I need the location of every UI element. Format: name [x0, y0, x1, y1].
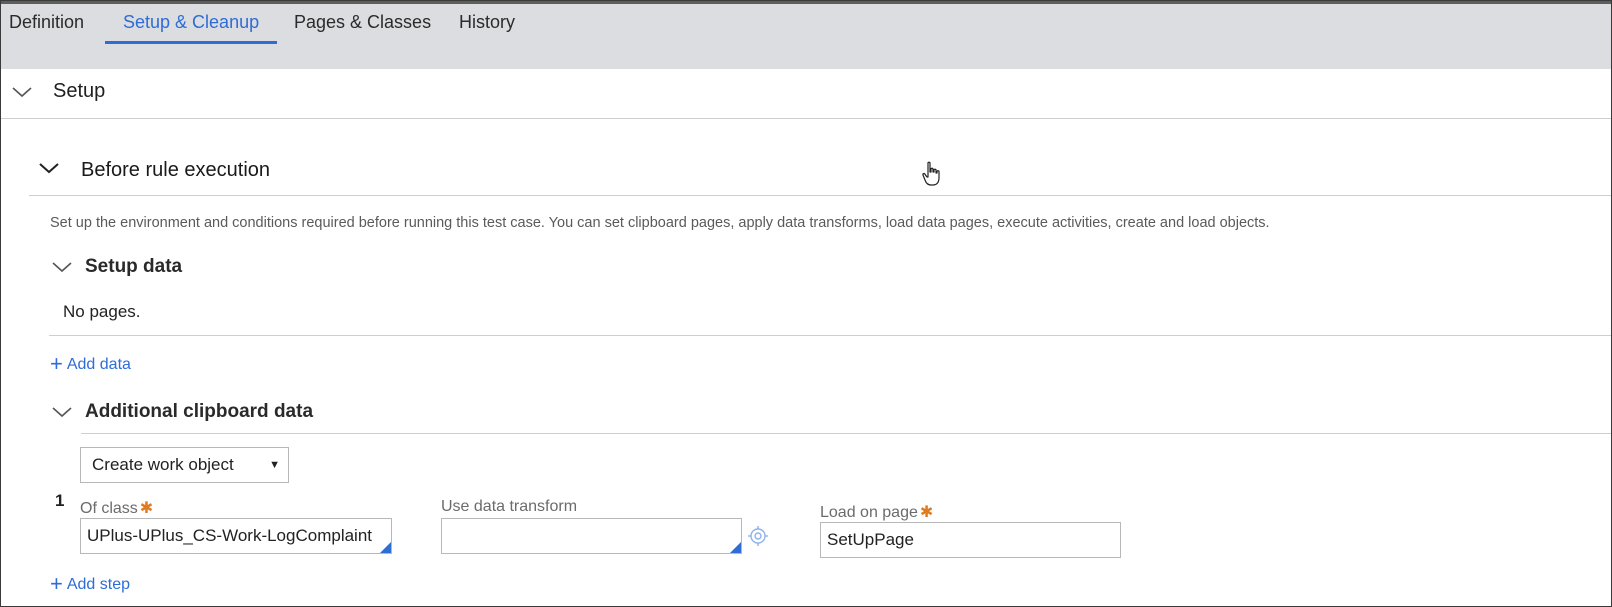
- required-asterisk-icon: ✱: [139, 500, 154, 517]
- setup-data-chevron-down-icon[interactable]: [51, 260, 73, 276]
- add-step-link[interactable]: + Add step: [50, 571, 130, 597]
- of-class-field[interactable]: UPlus-UPlus_CS-Work-LogComplaint: [80, 518, 392, 554]
- plus-icon: +: [50, 351, 63, 376]
- setup-data-divider: [49, 335, 1611, 336]
- data-transform-label: Use data transform: [441, 498, 578, 515]
- of-class-value: UPlus-UPlus_CS-Work-LogComplaint: [87, 526, 372, 545]
- of-class-label: Of class ✱: [80, 500, 154, 517]
- action-select-value: Create work object: [92, 455, 234, 474]
- before-description: Set up the environment and conditions re…: [50, 215, 1270, 231]
- add-data-link[interactable]: + Add data: [50, 351, 131, 377]
- tab-definition[interactable]: Definition: [1, 4, 102, 44]
- clipboard-data-title: Additional clipboard data: [85, 401, 314, 422]
- setup-section-title: Setup: [53, 80, 106, 102]
- target-icon[interactable]: [747, 525, 769, 547]
- plus-icon: +: [50, 571, 63, 596]
- action-select[interactable]: Create work object ▼: [80, 447, 289, 483]
- tab-setup-cleanup[interactable]: Setup & Cleanup: [105, 4, 278, 44]
- no-pages-text: No pages.: [63, 302, 141, 321]
- autocomplete-corner-icon: [380, 542, 391, 553]
- load-on-page-label: Load on page ✱: [820, 504, 934, 521]
- setup-divider: [1, 118, 1611, 119]
- clipboard-divider: [81, 433, 1611, 434]
- dropdown-caret-icon: ▼: [269, 459, 280, 471]
- before-rule-execution-title: Before rule execution: [81, 159, 271, 181]
- before-divider: [29, 195, 1611, 196]
- clipboard-chevron-down-icon[interactable]: [51, 405, 73, 421]
- autocomplete-corner-icon: [730, 542, 741, 553]
- data-transform-field[interactable]: [441, 518, 742, 554]
- setup-data-title: Setup data: [85, 256, 183, 277]
- step-number: 1: [55, 491, 65, 510]
- add-data-label: Add data: [66, 356, 131, 373]
- tab-history[interactable]: History: [441, 4, 533, 44]
- load-on-page-value: SetUpPage: [827, 530, 914, 549]
- hand-cursor-icon: [921, 161, 943, 187]
- tab-bar: Definition Setup & Cleanup Pages & Class…: [1, 1, 1611, 69]
- setup-chevron-down-icon[interactable]: [11, 85, 33, 101]
- load-on-page-field[interactable]: SetUpPage: [820, 522, 1121, 558]
- tab-pages-classes[interactable]: Pages & Classes: [276, 4, 449, 44]
- before-chevron-down-icon[interactable]: [38, 161, 60, 177]
- required-asterisk-icon: ✱: [919, 504, 934, 521]
- add-step-label: Add step: [66, 576, 131, 593]
- rule-form: Definition Setup & Cleanup Pages & Class…: [0, 0, 1612, 607]
